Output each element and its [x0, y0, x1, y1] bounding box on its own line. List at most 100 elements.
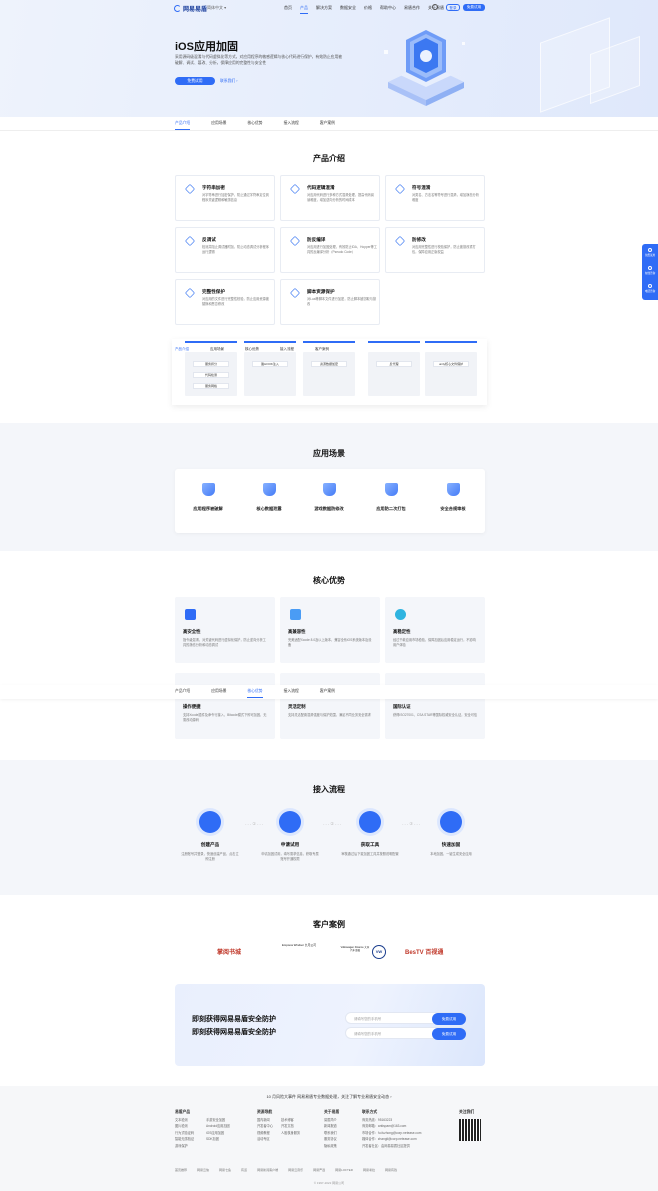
logo-text: 网易易盾 — [183, 6, 208, 13]
cta-title: 即刻获得网易易盾安全防护 — [192, 1029, 276, 1036]
logo-icon — [174, 4, 181, 12]
phone-input[interactable]: 请填写您的手机号 免费试用 — [345, 1012, 467, 1025]
hero-contact-link[interactable]: 联系我们 › — [220, 79, 238, 84]
phone-input[interactable]: 请填写您的手机号 免费试用 — [345, 1027, 467, 1040]
floating-contact-bar: 免费试用 在线咨询 电话咨询 — [642, 244, 658, 300]
feature-icon — [184, 235, 196, 247]
case-logo: Volkswagen Finance 大众汽车金融 — [340, 946, 370, 953]
nav-item-partners[interactable]: 易盾合作 — [404, 5, 420, 14]
overlay-item[interactable]: 服务网格 — [193, 383, 229, 389]
feature-icon — [289, 235, 301, 247]
copyright: © 1997-2022 网易公司 — [313, 1181, 345, 1185]
overlay-item[interactable]: 资源数据加密 — [311, 361, 347, 367]
document-icon — [279, 811, 301, 833]
feature-card: 完整性保护 对应用的文件进行完整性校验，防止应用资源被替换和恶意修改 — [175, 279, 275, 325]
overlay-item[interactable]: 反代理 — [376, 361, 412, 367]
advantage-card: 高兼容性 完美适配Xcode 8.0及以上版本，兼容全系iOS系统版本及设备 — [280, 597, 380, 663]
nav-item-solutions[interactable]: 解决方案 — [316, 5, 332, 14]
top-navbar: 网易易盾 简体中文 ▾ 首页 产品 解决方案 数据安全 价格 帮助中心 易盾合作… — [0, 0, 658, 16]
sticky-tab[interactable]: 客户案例 — [320, 689, 335, 698]
cta-title: 即刻获得网易易盾安全防护 — [192, 1016, 276, 1023]
list-icon — [290, 609, 301, 620]
login-button[interactable]: 登录 — [446, 4, 460, 11]
tab-cases[interactable]: 客户案例 — [320, 121, 335, 130]
feature-card: 符号混淆 对类名、方法名等符号进行混淆，增加静态分析难度 — [385, 175, 485, 221]
footer-column: 手游安全加固 Android应用加固 iOS应用加固 SDK加固 — [206, 1117, 230, 1142]
scene-item[interactable]: 核心数据泄露 — [239, 483, 299, 512]
cta-trial-button[interactable]: 免费试用 — [432, 1013, 466, 1025]
footer-follow: 关注我们 — [459, 1110, 475, 1114]
hero-trial-button[interactable]: 免费试用 — [175, 77, 215, 85]
step-arrow: - - - ② - - - — [323, 821, 342, 826]
nav-item-home[interactable]: 首页 — [284, 5, 292, 14]
case-logo: VW — [372, 945, 386, 959]
feature-icon — [289, 287, 301, 299]
free-trial-button[interactable]: 免费试用 — [463, 4, 485, 11]
step-arrow: - - - ③ - - - — [402, 821, 421, 826]
overlay-column: 资源数据加密 — [303, 341, 355, 396]
overlay-item[interactable]: 脱HOOK注入 — [252, 361, 288, 367]
overlay-column: unity核心文件保护 — [425, 341, 477, 396]
search-icon[interactable] — [432, 4, 438, 10]
feature-card: 反调试 检测并阻止调试器附加，防止动态调试分析程序运行逻辑 — [175, 227, 275, 273]
footer-links: 首页推荐 网易云信 网易七鱼 有道 网易新闻客户端 网易云音乐 网易严选 网易LOFTER 网易… — [175, 1168, 397, 1172]
feature-icon — [394, 183, 406, 195]
feature-card: 代码逻辑混淆 对应用代码进行多种方式混淆处理，提高代码阅读难度，增加逆向分析的时间… — [280, 175, 380, 221]
float-trial[interactable]: 免费试用 — [642, 246, 658, 260]
overlay-item[interactable]: unity核心文件保护 — [433, 361, 469, 367]
hero-description: 采用源码级混淆与代码虚拟化等方式，对应用程序的敏感逻辑与核心代码进行保护，有效防… — [175, 55, 343, 65]
overlay-column: 反代理 — [368, 341, 420, 396]
sticky-tab-active[interactable]: 核心优势 — [247, 689, 263, 698]
cube-icon — [199, 811, 221, 833]
nav-item-data-security[interactable]: 数据安全 — [340, 5, 356, 14]
rocket-icon — [648, 248, 652, 252]
nav-item-help[interactable]: 帮助中心 — [380, 5, 396, 14]
cta-trial-button[interactable]: 免费试用 — [432, 1028, 466, 1040]
tab-scenes[interactable]: 应用场景 — [211, 121, 226, 130]
scene-item[interactable]: 安全合规审核 — [423, 483, 483, 512]
nav-item-products[interactable]: 产品 — [300, 5, 308, 14]
advantage-card: 国际认证 获得ISO27001、CSA STAR等国际权威安全认证，安全可信 — [385, 673, 485, 739]
advantage-card: 高安全性 指令级混淆，对关键代码进行虚拟化保护，防止逆向分析工具的静态分析和动态调… — [175, 597, 275, 663]
case-logo: BesTV 百视通 — [405, 950, 444, 956]
scene-item[interactable]: 应用防二次打包 — [361, 483, 421, 512]
shield-check-icon — [440, 811, 462, 833]
case-logo: Empress Windsor 九号公司 — [281, 943, 317, 947]
footer-column: 资源导航 国内新闻 开发者中心 视频教程 活动专区 — [257, 1110, 273, 1142]
footer-column: 联系方式 商务热线：95163223 商务邮箱：antispam@163.com 市… — [362, 1110, 422, 1148]
feature-card: 防反编译 对应用进行加固处理，有效防止IDA、Hopper等工具的反编译分析（Ps… — [280, 227, 380, 273]
case-logo: 掌阅书城 — [217, 950, 242, 956]
section-title-advantages: 核心优势 — [313, 576, 345, 585]
section-title-process: 接入流程 — [313, 785, 345, 794]
float-chat[interactable]: 在线咨询 — [642, 264, 658, 278]
game-icon — [322, 483, 336, 496]
page: 网易易盾 简体中文 ▾ 首页 产品 解决方案 数据安全 价格 帮助中心 易盾合作… — [0, 0, 658, 1191]
sticky-tab[interactable]: 应用场景 — [211, 689, 226, 698]
logo[interactable]: 网易易盾 — [174, 4, 208, 13]
scene-item[interactable]: 游戏数据防修改 — [299, 483, 359, 512]
footer-announcement[interactable]: 10 月风险大事件 网易易盾专业数据处理，关注了解专业易盾安全动态 › — [0, 1094, 658, 1100]
sticky-tab-overlay: 产品介绍 应用场景 核心优势 接入流程 客户案例 服务拆分 代码检测 服务网格 … — [172, 339, 487, 405]
sticky-tab[interactable]: 接入流程 — [284, 689, 299, 698]
scenes-panel: 应用程序被破解 核心数据泄露 游戏数据防修改 应用防二次打包 安全合规审核 — [175, 469, 485, 533]
advantage-card: 操作便捷 支持Xcode插件及命令行接入，Bitcode模式下即可加固，无需改动源… — [175, 673, 275, 739]
overlay-item[interactable]: 代码检测 — [193, 372, 229, 378]
process-step: 创建产品 注册账号并登录，快速创建产品，点击立即注册 — [181, 811, 239, 861]
process-step: 申请试用 申请加固试用，填写需求信息，获取专属账号开通权限 — [261, 811, 319, 861]
tab-process[interactable]: 接入流程 — [284, 121, 299, 130]
sticky-tabs: 产品介绍 应用场景 核心优势 接入流程 客户案例 — [0, 685, 658, 699]
language-select[interactable]: 简体中文 ▾ — [207, 5, 226, 11]
scene-item[interactable]: 应用程序被破解 — [178, 483, 238, 512]
tab-intro[interactable]: 产品介绍 — [175, 121, 191, 130]
cta-banner: 即刻获得网易易盾安全防护 即刻获得网易易盾安全防护 请填写您的手机号 免费试用 请… — [175, 984, 485, 1066]
advantage-card: 高稳定性 经过千款应用市场检验，保障加固后应用稳定运行，不影响用户体验 — [385, 597, 485, 663]
float-phone[interactable]: 电话咨询 — [642, 282, 658, 296]
sticky-tab[interactable]: 产品介绍 — [175, 689, 190, 698]
nav-item-pricing[interactable]: 价格 — [364, 5, 372, 14]
tab-advantages[interactable]: 核心优势 — [247, 121, 262, 130]
package-icon — [384, 483, 398, 496]
section-title-intro: 产品介绍 — [313, 154, 345, 163]
feature-card: 脚本资源保护 对Lua等脚本文件进行加密，防止脚本被窃取与篡改 — [280, 279, 380, 325]
feature-card: 字符串加密 对字符串进行加密保护，防止通过字符串定位到程序关键逻辑和敏感信息 — [175, 175, 275, 221]
overlay-item[interactable]: 服务拆分 — [193, 361, 229, 367]
